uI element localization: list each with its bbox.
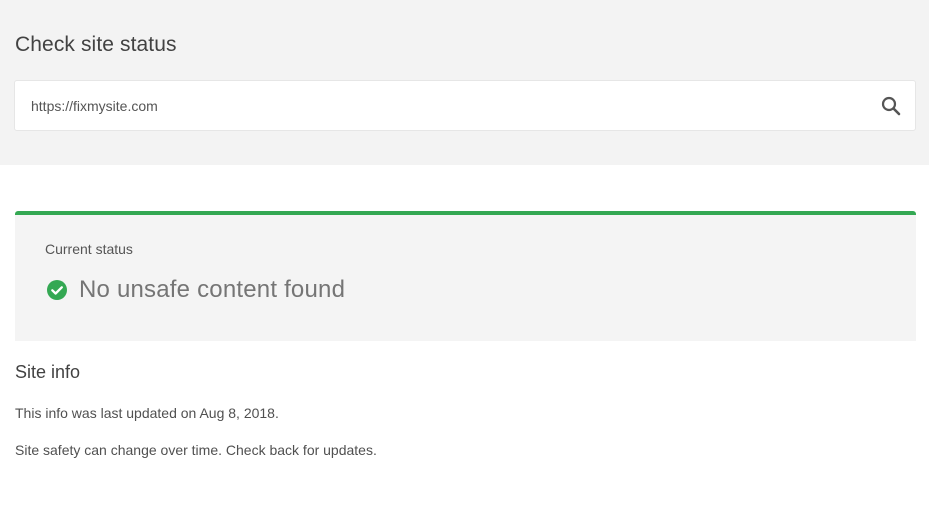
page-title: Check site status bbox=[15, 33, 177, 56]
search-panel: Check site status bbox=[0, 0, 929, 165]
status-text: No unsafe content found bbox=[79, 276, 346, 303]
check-circle-icon bbox=[46, 279, 68, 301]
status-card: Current status No unsafe content found bbox=[15, 211, 916, 341]
status-label: Current status bbox=[45, 241, 133, 257]
last-updated-text: This info was last updated on Aug 8, 201… bbox=[15, 405, 279, 421]
site-info-title: Site info bbox=[15, 362, 81, 382]
safety-note-text: Site safety can change over time. Check … bbox=[15, 442, 377, 458]
search-input[interactable] bbox=[31, 81, 851, 130]
status-row: No unsafe content found bbox=[46, 276, 345, 304]
search-icon[interactable] bbox=[879, 94, 903, 118]
search-box[interactable] bbox=[14, 80, 916, 131]
